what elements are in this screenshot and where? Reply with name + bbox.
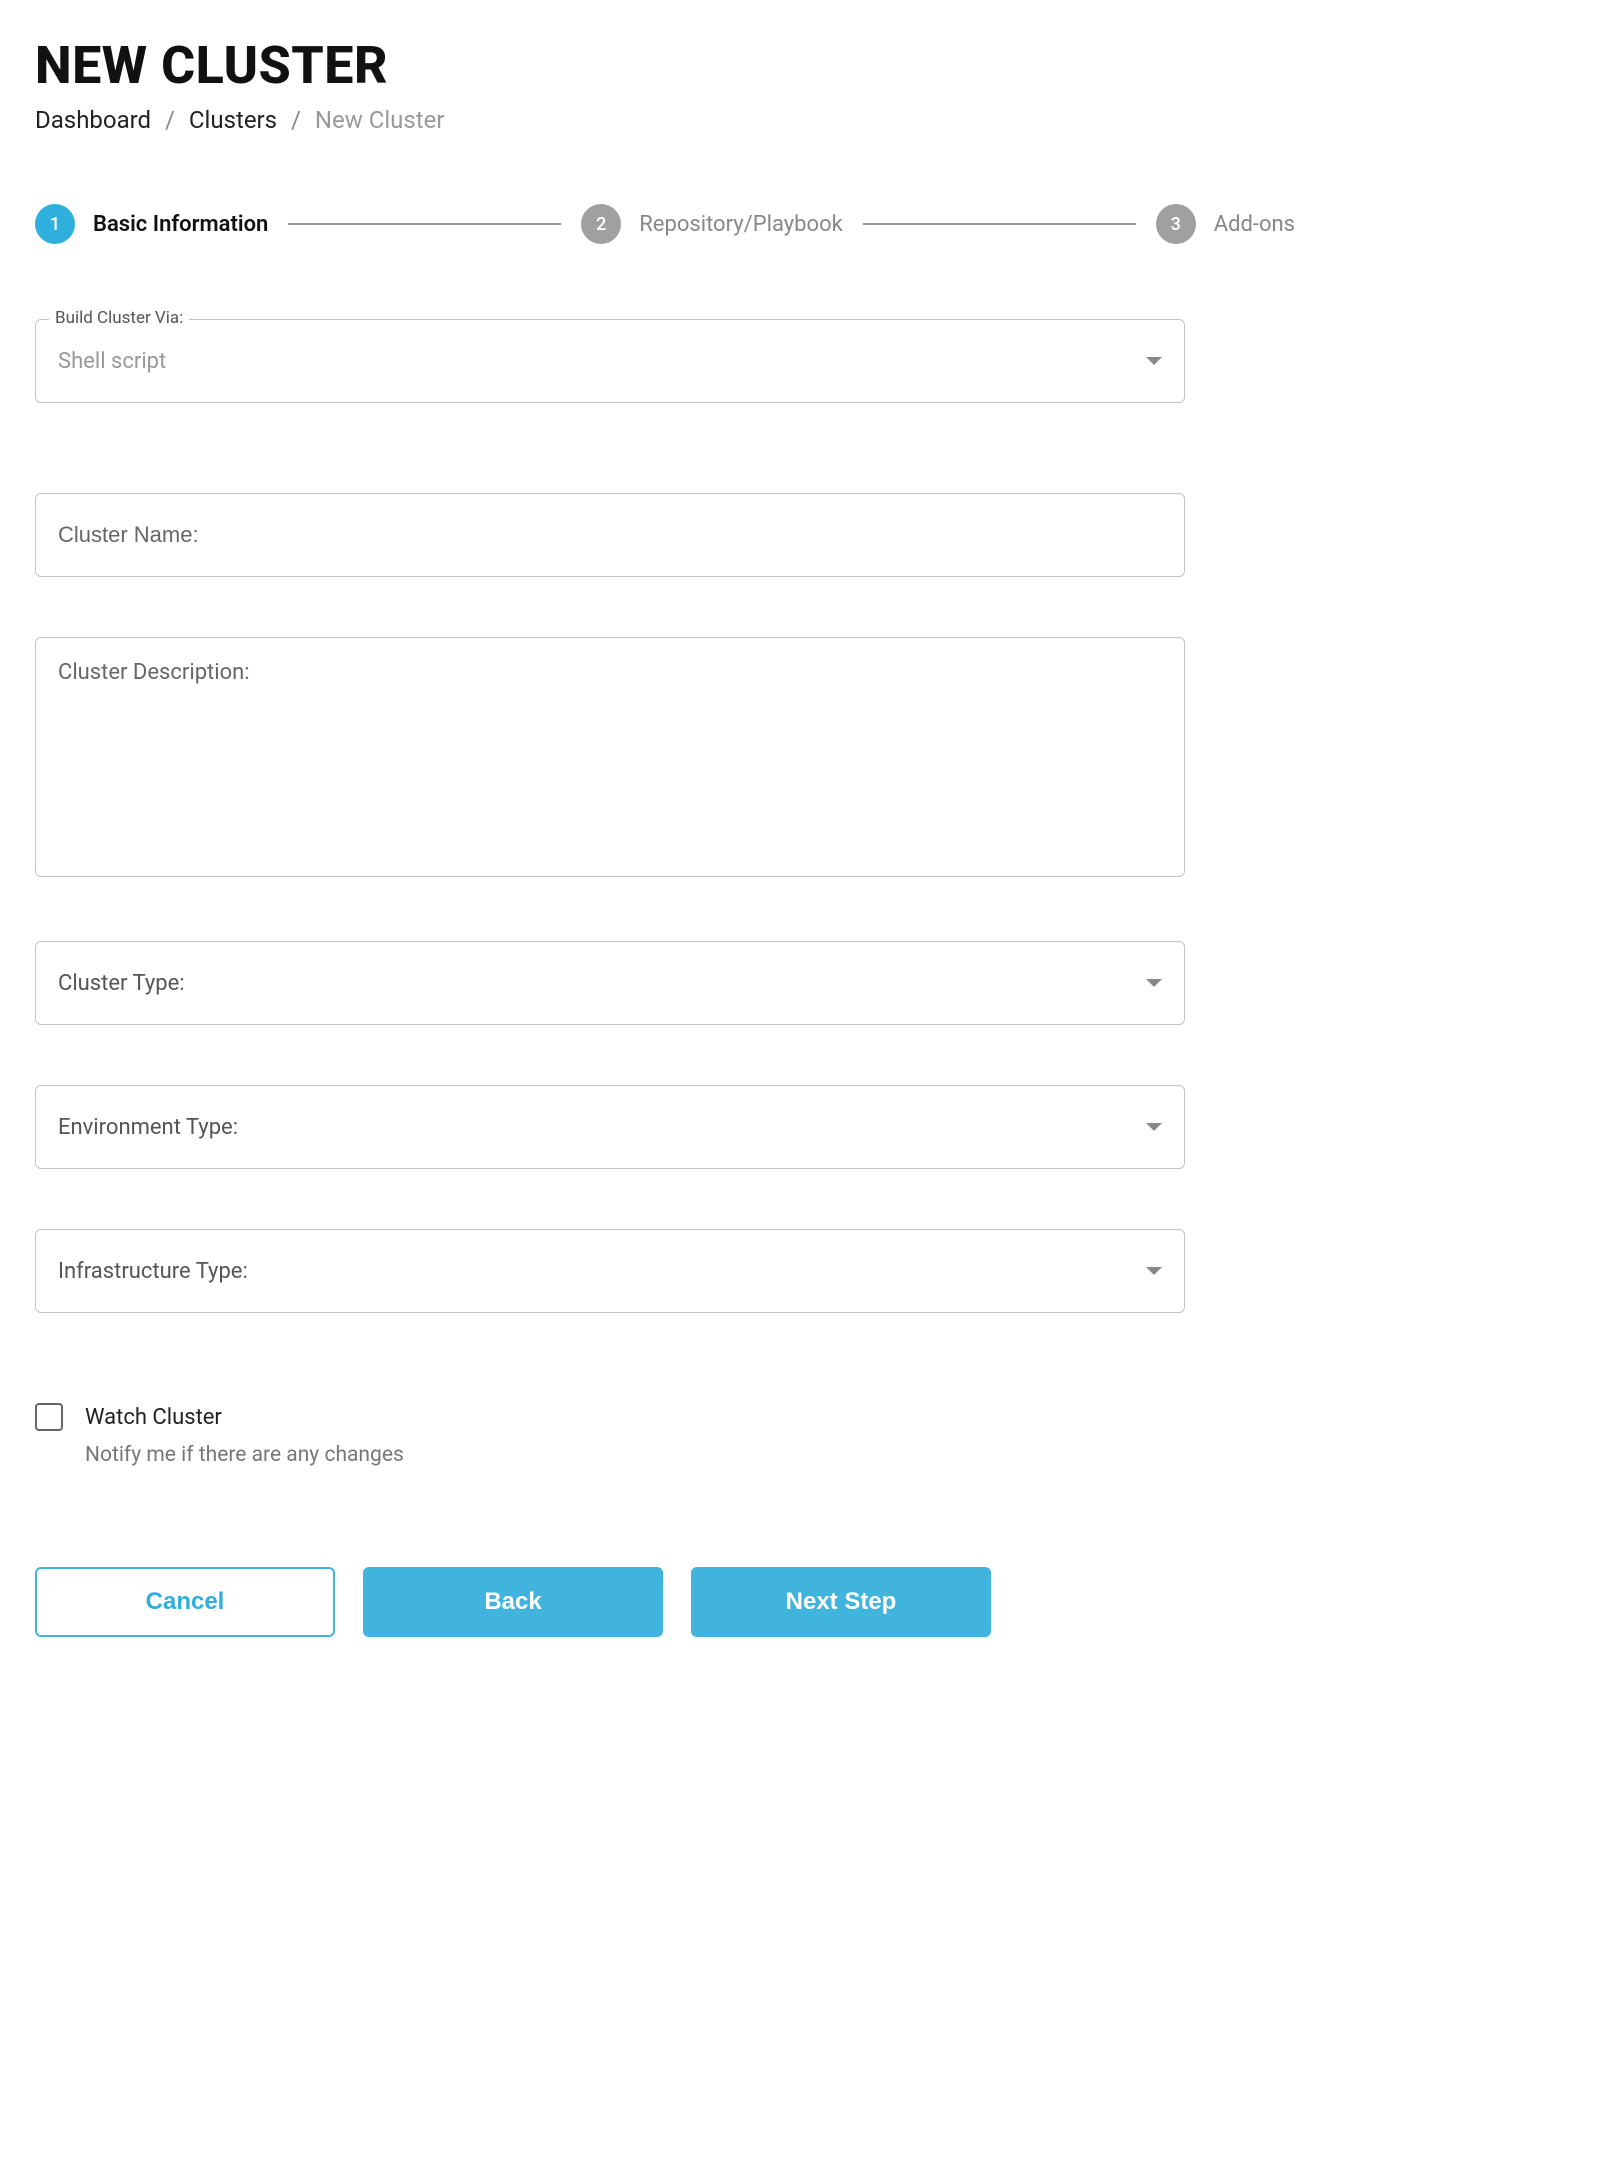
step-connector: [288, 223, 561, 225]
chevron-down-icon: [1146, 357, 1162, 365]
step-label: Add-ons: [1214, 212, 1295, 237]
next-step-button[interactable]: Next Step: [691, 1567, 991, 1637]
breadcrumb-separator: /: [165, 106, 175, 134]
step-basic-information[interactable]: 1 Basic Information: [35, 204, 268, 244]
form-area: Build Cluster Via: Shell script Cluster …: [35, 319, 1185, 1637]
build-cluster-via-select[interactable]: Shell script: [35, 319, 1185, 403]
environment-type-field: Environment Type:: [35, 1085, 1185, 1169]
cluster-type-label: Cluster Type:: [58, 971, 185, 996]
step-label: Basic Information: [93, 212, 268, 237]
breadcrumb: Dashboard / Clusters / New Cluster: [35, 106, 1563, 134]
cluster-name-input[interactable]: [35, 493, 1185, 577]
step-connector: [863, 223, 1136, 225]
step-repository-playbook[interactable]: 2 Repository/Playbook: [581, 204, 843, 244]
step-add-ons[interactable]: 3 Add-ons: [1156, 204, 1295, 244]
watch-cluster-checkbox[interactable]: [35, 1403, 63, 1431]
breadcrumb-current: New Cluster: [315, 106, 445, 134]
step-number-icon: 3: [1156, 204, 1196, 244]
cluster-type-field: Cluster Type:: [35, 941, 1185, 1025]
button-row: Cancel Back Next Step: [35, 1567, 1185, 1637]
watch-cluster-row: Watch Cluster: [35, 1403, 1185, 1431]
step-number-icon: 2: [581, 204, 621, 244]
cluster-description-input[interactable]: [35, 637, 1185, 877]
infrastructure-type-select[interactable]: Infrastructure Type:: [35, 1229, 1185, 1313]
cluster-description-field: [35, 637, 1185, 881]
page-title: NEW CLUSTER: [35, 35, 1563, 96]
step-number-icon: 1: [35, 204, 75, 244]
breadcrumb-dashboard[interactable]: Dashboard: [35, 106, 151, 134]
breadcrumb-separator: /: [291, 106, 301, 134]
breadcrumb-clusters[interactable]: Clusters: [189, 106, 277, 134]
stepper: 1 Basic Information 2 Repository/Playboo…: [35, 204, 1295, 244]
watch-cluster-label: Watch Cluster: [85, 1405, 222, 1430]
back-button[interactable]: Back: [363, 1567, 663, 1637]
infrastructure-type-label: Infrastructure Type:: [58, 1259, 248, 1284]
chevron-down-icon: [1146, 979, 1162, 987]
chevron-down-icon: [1146, 1267, 1162, 1275]
cluster-name-field: [35, 493, 1185, 577]
step-label: Repository/Playbook: [639, 212, 843, 237]
environment-type-select[interactable]: Environment Type:: [35, 1085, 1185, 1169]
watch-cluster-sublabel: Notify me if there are any changes: [85, 1443, 1185, 1467]
chevron-down-icon: [1146, 1123, 1162, 1131]
build-cluster-via-legend: Build Cluster Via:: [49, 308, 189, 328]
cancel-button[interactable]: Cancel: [35, 1567, 335, 1637]
build-cluster-via-value: Shell script: [58, 349, 166, 374]
build-cluster-via-field: Build Cluster Via: Shell script: [35, 319, 1185, 403]
infrastructure-type-field: Infrastructure Type:: [35, 1229, 1185, 1313]
environment-type-label: Environment Type:: [58, 1115, 238, 1140]
cluster-type-select[interactable]: Cluster Type:: [35, 941, 1185, 1025]
